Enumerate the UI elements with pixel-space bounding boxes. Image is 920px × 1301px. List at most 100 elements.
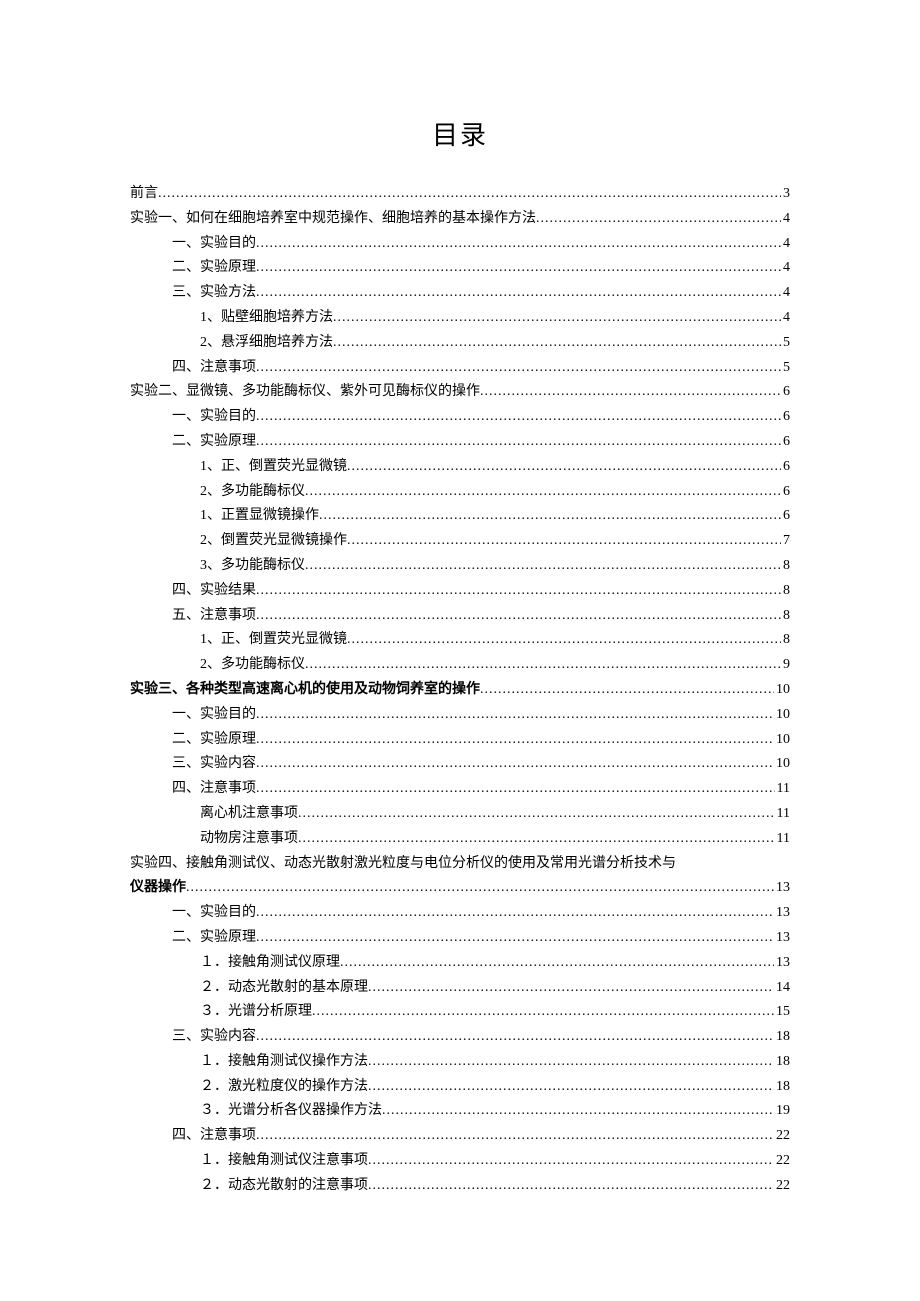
toc-entry-page: 13 [774, 876, 790, 901]
toc-entry-page: 4 [781, 281, 790, 306]
toc-entry: 一、实验目的 10 [130, 703, 790, 728]
toc-entry: １．接触角测试仪操作方法 18 [130, 1050, 790, 1075]
toc-dot-leader [382, 1099, 774, 1124]
toc-dot-leader [256, 356, 781, 381]
toc-entry: 三、实验内容 18 [130, 1025, 790, 1050]
toc-entry-label: 动物房注意事项 [200, 827, 298, 852]
toc-dot-leader [256, 256, 781, 281]
toc-entry-label: 2、悬浮细胞培养方法 [200, 331, 333, 356]
toc-dot-leader [305, 653, 781, 678]
toc-entry: ２．动态光散射的基本原理 14 [130, 976, 790, 1001]
toc-entry-label: 四、注意事项 [172, 777, 256, 802]
toc-entry-page: 4 [781, 306, 790, 331]
toc-entry-page: 6 [781, 405, 790, 430]
toc-entry-label: 二、实验原理 [172, 256, 256, 281]
toc-dot-leader [256, 1025, 774, 1050]
toc-entry-page: 8 [781, 579, 790, 604]
toc-entry-page: 5 [781, 331, 790, 356]
toc-entry-page: 13 [774, 901, 790, 926]
toc-entry: 二、实验原理 4 [130, 256, 790, 281]
toc-entry-page: 4 [781, 232, 790, 257]
toc-entry-label: 二、实验原理 [172, 926, 256, 951]
toc-entry: 二、实验原理 10 [130, 728, 790, 753]
toc-entry: 2、多功能酶标仪 6 [130, 480, 790, 505]
toc-dot-leader [333, 306, 781, 331]
toc-entry-page: 18 [774, 1025, 790, 1050]
toc-dot-leader [347, 628, 781, 653]
toc-entry: 1、正、倒置荧光显微镜 6 [130, 455, 790, 480]
toc-dot-leader [256, 901, 774, 926]
toc-entry: 四、注意事项 5 [130, 356, 790, 381]
toc-entry-label: 1、正置显微镜操作 [200, 504, 319, 529]
toc-entry-page: 13 [774, 951, 790, 976]
toc-entry: 二、实验原理 6 [130, 430, 790, 455]
toc-entry: 一、实验目的 4 [130, 232, 790, 257]
toc-entry: ２．动态光散射的注意事项 22 [130, 1174, 790, 1199]
toc-dot-leader [480, 380, 781, 405]
toc-entry-page: 6 [781, 504, 790, 529]
toc-entry-page: 15 [774, 1000, 790, 1025]
toc-entry: 仪器操作 13 [130, 876, 790, 901]
toc-entry-label: １．接触角测试仪原理 [200, 951, 340, 976]
toc-entry-label: 实验一、如何在细胞培养室中规范操作、细胞培养的基本操作方法 [130, 207, 536, 232]
toc-entry-label: 五、注意事项 [172, 604, 256, 629]
toc-dot-leader [298, 802, 775, 827]
toc-entry: ２．激光粒度仪的操作方法 18 [130, 1075, 790, 1100]
toc-entry: 1、贴壁细胞培养方法 4 [130, 306, 790, 331]
toc-dot-leader [312, 1000, 774, 1025]
toc-entry: 1、正置显微镜操作 6 [130, 504, 790, 529]
toc-entry-label: 一、实验目的 [172, 405, 256, 430]
toc-entry-label: 2、多功能酶标仪 [200, 653, 305, 678]
toc-entry-page: 22 [774, 1149, 790, 1174]
toc-dot-leader [536, 207, 781, 232]
toc-entry-page: 22 [774, 1174, 790, 1199]
toc-dot-leader [319, 504, 781, 529]
toc-entry-label: 2、倒置荧光显微镜操作 [200, 529, 347, 554]
toc-entry-page: 11 [775, 802, 790, 827]
toc-entry-page: 8 [781, 554, 790, 579]
toc-entry-page: 11 [775, 827, 790, 852]
toc-dot-leader [256, 1124, 774, 1149]
toc-entry-label: １．接触角测试仪操作方法 [200, 1050, 368, 1075]
toc-dot-leader [305, 480, 781, 505]
toc-entry: 实验一、如何在细胞培养室中规范操作、细胞培养的基本操作方法 4 [130, 207, 790, 232]
toc-entry: 2、悬浮细胞培养方法 5 [130, 331, 790, 356]
toc-entry: 实验四、接触角测试仪、动态光散射激光粒度与电位分析仪的使用及常用光谱分析技术与 [130, 852, 790, 877]
toc-dot-leader [186, 876, 774, 901]
toc-dot-leader [158, 182, 781, 207]
toc-entry-page: 10 [774, 728, 790, 753]
toc-entry-label: 三、实验内容 [172, 752, 256, 777]
toc-entry-page: 10 [774, 678, 790, 703]
toc-entry: ３．光谱分析原理15 [130, 1000, 790, 1025]
toc-entry-label: 离心机注意事项 [200, 802, 298, 827]
toc-entry-label: 实验三、各种类型高速离心机的使用及动物饲养室的操作 [130, 678, 480, 703]
toc-dot-leader [347, 455, 781, 480]
toc-dot-leader [256, 777, 775, 802]
toc-entry-label: 一、实验目的 [172, 232, 256, 257]
toc-dot-leader [256, 703, 774, 728]
toc-entry-label: 四、实验结果 [172, 579, 256, 604]
toc-entry-label: 2、多功能酶标仪 [200, 480, 305, 505]
toc-entry: 四、注意事项 11 [130, 777, 790, 802]
toc-dot-leader [368, 1075, 774, 1100]
toc-entry-page: 4 [781, 207, 790, 232]
toc-dot-leader [256, 926, 774, 951]
toc-dot-leader [256, 281, 781, 306]
toc-dot-leader [347, 529, 781, 554]
toc-entry-label: ２．动态光散射的基本原理 [200, 976, 368, 1001]
toc-dot-leader [368, 1149, 774, 1174]
toc-entry-label: 实验二、显微镜、多功能酶标仪、紫外可见酶标仪的操作 [130, 380, 480, 405]
toc-entry: 四、实验结果 8 [130, 579, 790, 604]
toc-dot-leader [298, 827, 775, 852]
toc-entry-label: ２．动态光散射的注意事项 [200, 1174, 368, 1199]
toc-dot-leader [305, 554, 781, 579]
toc-entry-page: 7 [781, 529, 790, 554]
toc-entry-page: 6 [781, 430, 790, 455]
toc-entry: １．接触角测试仪注意事项 22 [130, 1149, 790, 1174]
toc-entry: 五、注意事项 8 [130, 604, 790, 629]
toc-entry-page: 18 [774, 1050, 790, 1075]
toc-dot-leader [368, 1174, 774, 1199]
toc-entry-label: 仪器操作 [130, 876, 186, 901]
toc-entry: １．接触角测试仪原理 13 [130, 951, 790, 976]
toc-entry: 1、正、倒置荧光显微镜 8 [130, 628, 790, 653]
